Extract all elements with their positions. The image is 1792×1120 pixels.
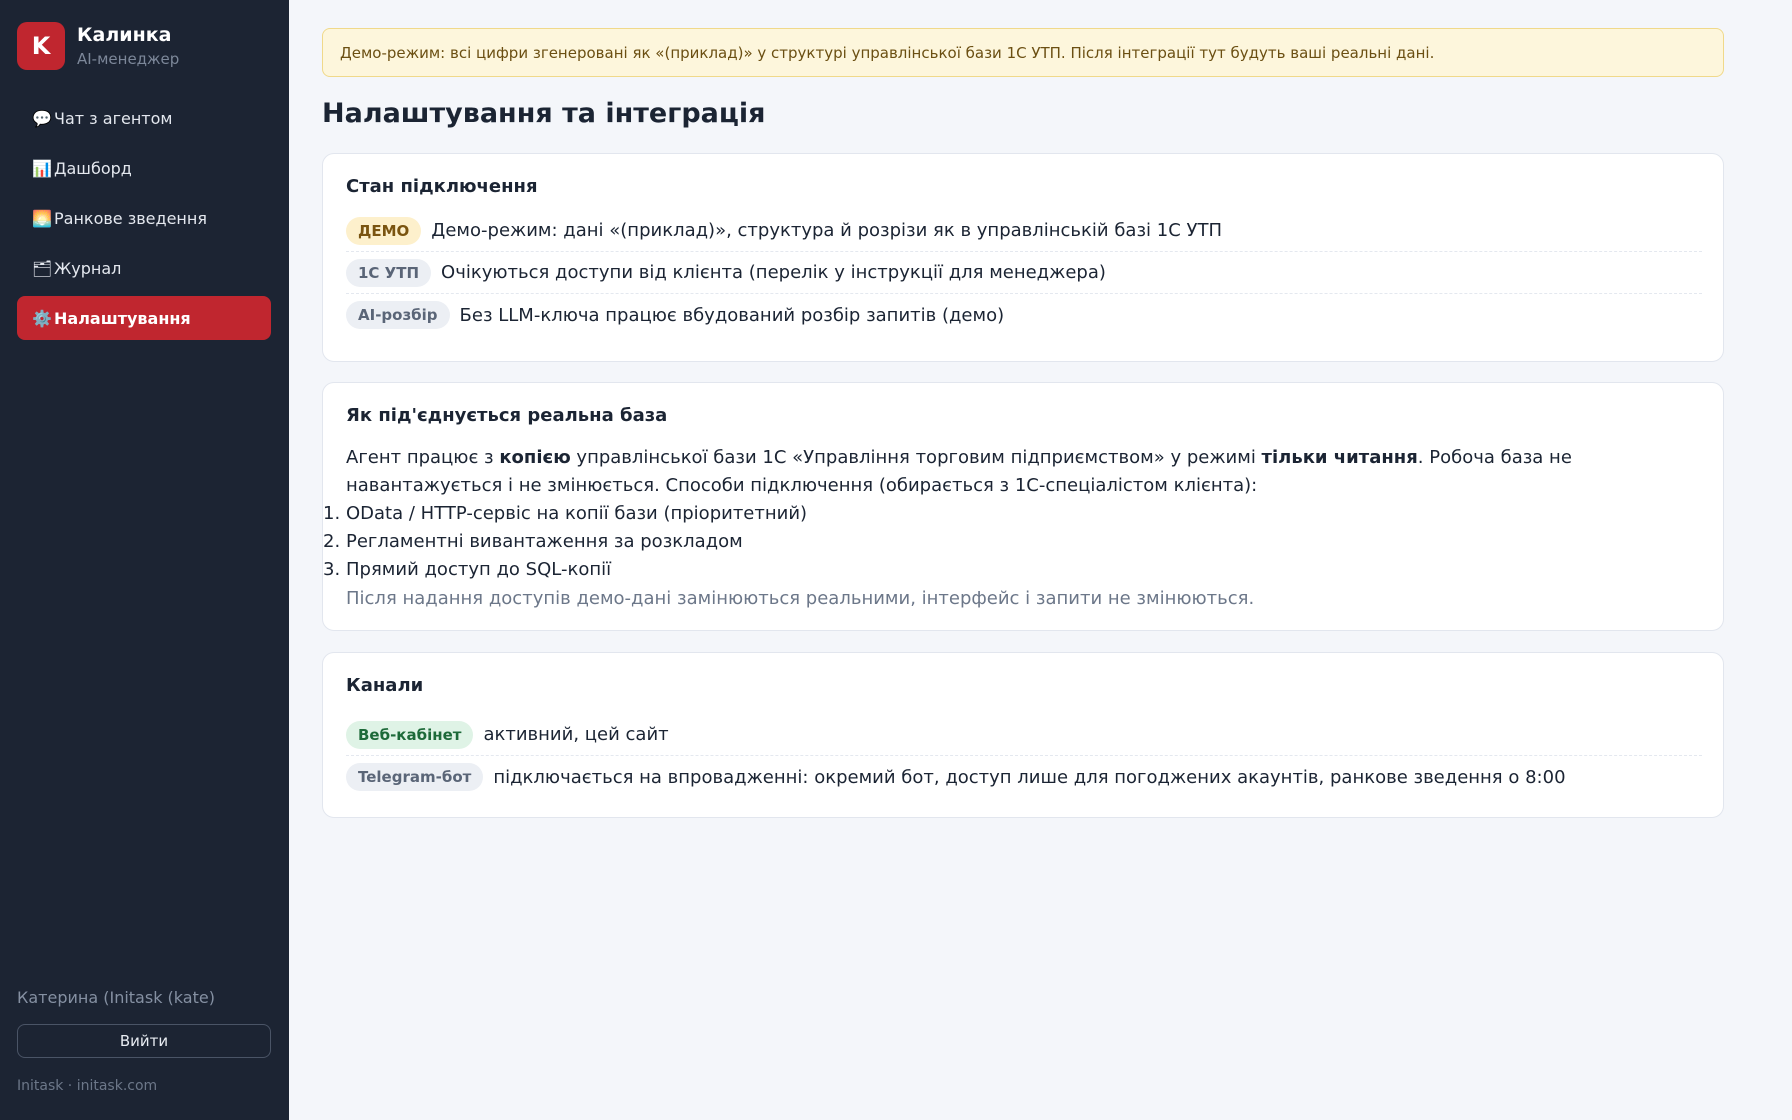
list-item: 3. Прямий доступ до SQL-копії — [323, 556, 807, 584]
card-title: Стан підключення — [346, 176, 538, 197]
chat-bubble-icon: 💬 — [32, 108, 52, 128]
folder-tabs-icon: 🗂 — [32, 258, 53, 278]
list-item-text: Регламентні вивантаження за розкладом — [346, 531, 743, 552]
bar-chart-icon: 📊 — [32, 158, 52, 178]
logout-button[interactable]: Вийти — [17, 1024, 271, 1058]
brand-name: Калинка — [77, 24, 172, 46]
status-row-1c: 1С УТП Очікуються доступи від клієнта (п… — [346, 252, 1702, 294]
sidebar-item-label: Чат з агентом — [54, 108, 173, 128]
status-badge: AI-розбір — [346, 301, 450, 329]
list-item: 2. Регламентні вивантаження за розкладом — [323, 528, 807, 556]
sidebar-item-settings[interactable]: ⚙️ Налаштування — [17, 296, 271, 340]
channels-card: Канали Веб-кабінет активний, цей сайт Te… — [322, 652, 1724, 818]
status-text: підключається на впровадженні: окремий б… — [493, 766, 1566, 788]
text-segment: управлінської бази 1С «Управління торгов… — [570, 447, 1262, 468]
sidebar-item-label: Дашборд — [54, 158, 132, 178]
status-badge: 1С УТП — [346, 258, 432, 287]
demo-banner: Демо-режим: всі цифри згенеровані як «(п… — [322, 28, 1724, 77]
status-text: Без LLM-ключа працює вбудований розбір з… — [459, 304, 1005, 326]
sidebar: K Калинка AI-менеджер 💬 Чат з агентом 📊 … — [0, 0, 289, 1120]
sidebar-nav: 💬 Чат з агентом 📊 Дашборд 🌅 Ранкове звед… — [17, 96, 271, 346]
status-text: Демо-режим: дані «(приклад)», структура … — [431, 220, 1222, 241]
status-badge: Веб-кабінет — [346, 720, 474, 749]
footer-link[interactable]: Initask · initask.com — [17, 1078, 157, 1094]
brand[interactable]: K Калинка AI-менеджер — [17, 22, 179, 70]
channel-row-web: Веб-кабінет активний, цей сайт — [346, 714, 1702, 756]
text-bold: копією — [499, 447, 571, 468]
how-to-connect-card: Як під'єднується реальна база Агент прац… — [322, 382, 1724, 631]
brand-text: Калинка AI-менеджер — [77, 22, 179, 70]
text-bold: тільки читання — [1261, 447, 1418, 468]
sidebar-item-chat[interactable]: 💬 Чат з агентом — [17, 96, 271, 140]
current-user-name: Катерина (Initask (kate) — [17, 988, 215, 1007]
list-item-text: Прямий доступ до SQL-копії — [346, 559, 612, 580]
status-row-demo: ДЕМО Демо-режим: дані «(приклад)», струк… — [346, 210, 1702, 252]
brand-logo: K — [17, 22, 65, 70]
sidebar-item-label: Ранкове зведення — [54, 208, 207, 228]
howto-paragraph: Агент працює з копією управлінської бази… — [346, 444, 1702, 500]
sidebar-item-label: Налаштування — [54, 308, 191, 328]
connection-status-card: Стан підключення ДЕМО Демо-режим: дані «… — [322, 153, 1724, 362]
text-segment: навантажується і не змінюється. Способи … — [346, 475, 1258, 496]
list-item: 1. OData / HTTP-сервіс на копії бази (прі… — [323, 500, 807, 528]
howto-note: Після надання доступів демо-дані замінюю… — [346, 588, 1255, 609]
status-text: Очікуються доступи від клієнта (перелік … — [441, 262, 1106, 283]
status-badge: ДЕМО — [346, 216, 422, 245]
text-segment: . Робоча база не — [1417, 447, 1572, 468]
card-title: Канали — [346, 675, 424, 696]
gear-icon: ⚙️ — [32, 308, 52, 328]
brand-subtitle: AI-менеджер — [77, 50, 180, 68]
sidebar-item-journal[interactable]: 🗂 Журнал — [17, 246, 271, 290]
status-badge: Telegram-бот — [346, 763, 484, 791]
connection-methods-list: 1. OData / HTTP-сервіс на копії бази (прі… — [323, 500, 807, 584]
status-text: активний, цей сайт — [483, 724, 669, 745]
sidebar-item-dashboard[interactable]: 📊 Дашборд — [17, 146, 271, 190]
text-segment: Агент працює з — [346, 447, 500, 468]
sunrise-icon: 🌅 — [32, 208, 52, 228]
sidebar-item-morning-summary[interactable]: 🌅 Ранкове зведення — [17, 196, 271, 240]
channel-row-telegram: Telegram-бот підключається на впроваджен… — [346, 756, 1702, 798]
card-title: Як під'єднується реальна база — [346, 405, 668, 426]
sidebar-item-label: Журнал — [54, 258, 122, 278]
list-item-text: OData / HTTP-сервіс на копії бази (пріор… — [346, 503, 808, 524]
status-row-ai: AI-розбір Без LLM-ключа працює вбудовани… — [346, 294, 1702, 336]
page-title: Налаштування та інтеграція — [322, 98, 766, 129]
